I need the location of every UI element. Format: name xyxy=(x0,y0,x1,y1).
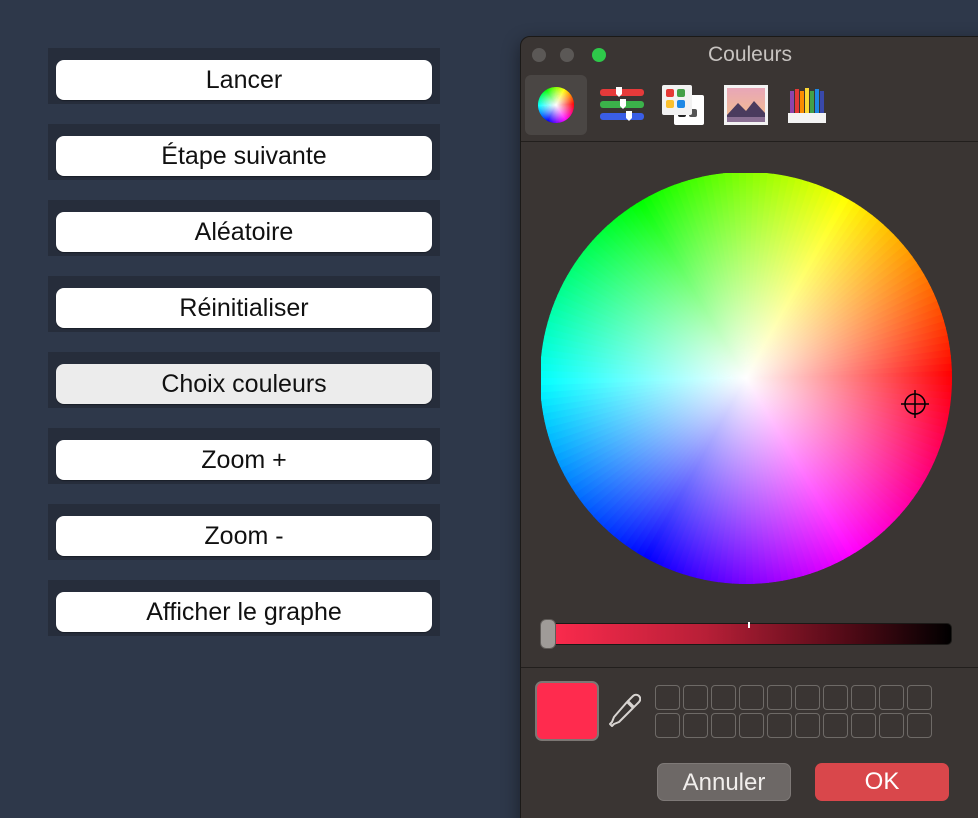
custom-color-cell[interactable] xyxy=(711,713,736,738)
custom-color-cell[interactable] xyxy=(683,685,708,710)
button-slot: Lancer xyxy=(48,48,440,104)
show-graph-button[interactable]: Afficher le graphe xyxy=(56,592,432,632)
reset-button[interactable]: Réinitialiser xyxy=(56,288,432,328)
eyedropper-icon[interactable] xyxy=(607,693,641,731)
custom-color-cell[interactable] xyxy=(851,713,876,738)
current-color-swatch[interactable] xyxy=(535,681,599,741)
tab-image-palettes[interactable] xyxy=(713,75,775,135)
custom-color-cell[interactable] xyxy=(823,685,848,710)
random-button[interactable]: Aléatoire xyxy=(56,212,432,252)
color-wheel-icon xyxy=(538,87,574,123)
zoom-in-button[interactable]: Zoom + xyxy=(56,440,432,480)
custom-color-cell[interactable] xyxy=(907,685,932,710)
custom-color-cell[interactable] xyxy=(795,685,820,710)
custom-color-cell[interactable] xyxy=(907,713,932,738)
custom-color-cell[interactable] xyxy=(879,685,904,710)
title-bar[interactable]: Couleurs xyxy=(521,37,978,73)
pencils-icon xyxy=(788,88,826,123)
custom-color-cell[interactable] xyxy=(683,713,708,738)
color-mode-toolbar xyxy=(521,73,978,141)
zoom-out-button[interactable]: Zoom - xyxy=(56,516,432,556)
tab-color-wheel[interactable] xyxy=(525,75,587,135)
colors-panel: Couleurs Annuler OK xyxy=(520,36,978,818)
button-slot: Réinitialiser xyxy=(48,276,440,332)
custom-color-cell[interactable] xyxy=(795,713,820,738)
button-slot: Aléatoire xyxy=(48,200,440,256)
brightness-slider[interactable] xyxy=(542,622,952,645)
custom-color-cell[interactable] xyxy=(711,685,736,710)
button-slot: Étape suivante xyxy=(48,124,440,180)
custom-color-cell[interactable] xyxy=(851,685,876,710)
custom-color-cell[interactable] xyxy=(739,685,764,710)
custom-color-cell[interactable] xyxy=(823,713,848,738)
custom-color-cell[interactable] xyxy=(767,713,792,738)
custom-color-cell[interactable] xyxy=(767,685,792,710)
ok-button[interactable]: OK xyxy=(815,763,949,801)
cancel-button[interactable]: Annuler xyxy=(657,763,791,801)
divider xyxy=(521,141,978,142)
button-slot: Choix couleurs xyxy=(48,352,440,408)
custom-color-cell[interactable] xyxy=(655,713,680,738)
button-slot: Zoom + xyxy=(48,428,440,484)
run-button[interactable]: Lancer xyxy=(56,60,432,100)
button-slot: Afficher le graphe xyxy=(48,580,440,636)
slider-center-tick xyxy=(748,622,750,628)
button-slot: Zoom - xyxy=(48,504,440,560)
desktop: Lancer Étape suivante Aléatoire Réinitia… xyxy=(0,0,978,818)
brightness-slider-knob[interactable] xyxy=(540,619,556,649)
custom-color-cell[interactable] xyxy=(739,713,764,738)
tab-color-palettes[interactable] xyxy=(651,75,713,135)
tab-color-sliders[interactable] xyxy=(589,75,651,135)
divider xyxy=(521,667,978,668)
image-palettes-icon xyxy=(724,85,768,125)
color-palettes-icon xyxy=(662,85,704,125)
tab-pencils[interactable] xyxy=(775,75,837,135)
window-title: Couleurs xyxy=(707,43,793,66)
custom-color-cell[interactable] xyxy=(655,685,680,710)
color-wheel[interactable] xyxy=(541,173,961,593)
custom-color-cell[interactable] xyxy=(879,713,904,738)
next-step-button[interactable]: Étape suivante xyxy=(56,136,432,176)
color-sliders-icon xyxy=(600,87,644,121)
choose-colors-button[interactable]: Choix couleurs xyxy=(56,364,432,404)
